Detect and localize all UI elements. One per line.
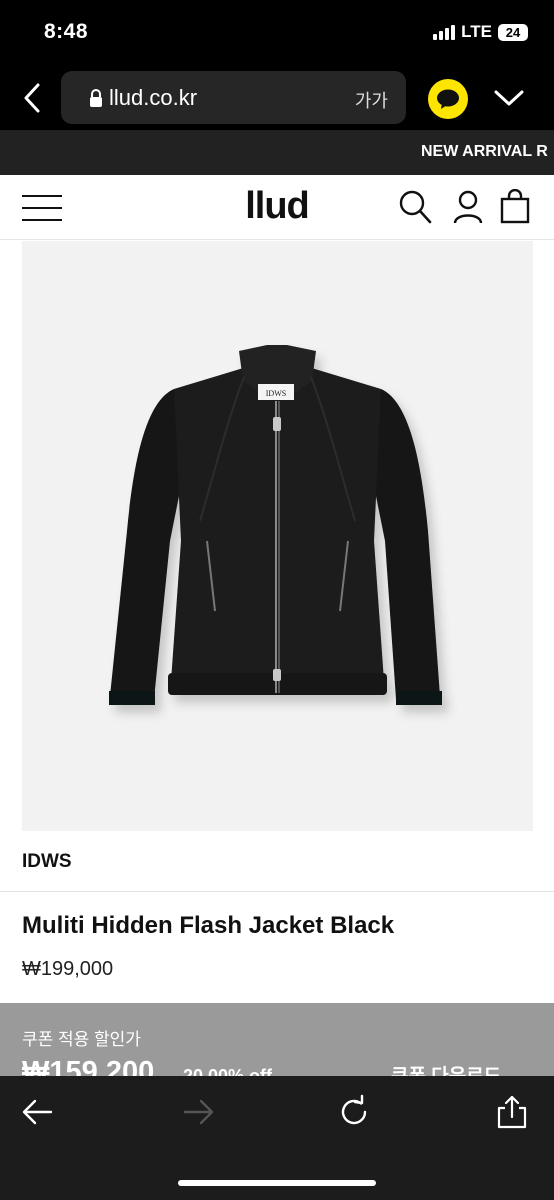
product-price: ₩199,000: [22, 958, 114, 980]
browser-address-bar: llud.co.kr 가가: [0, 66, 554, 130]
site-header: llud: [0, 175, 554, 240]
kakao-talk-icon: [437, 89, 459, 109]
search-icon: [399, 190, 432, 224]
status-bar: 8:48 LTE 24: [0, 0, 554, 66]
banner-text: NEW ARRIVAL R: [421, 143, 548, 160]
jacket-image: IDWS: [109, 345, 442, 705]
arrow-right-icon: [183, 1099, 214, 1125]
reload-button[interactable]: [336, 1094, 372, 1130]
product-title: Muliti Hidden Flash Jacket Black: [22, 912, 395, 939]
lock-icon: [90, 89, 102, 107]
browser-toolbar: [0, 1076, 554, 1200]
shopping-bag-icon: [500, 188, 530, 224]
jacket-tag-text: IDWS: [266, 389, 286, 398]
url-field[interactable]: llud.co.kr 가가: [61, 71, 406, 124]
kakao-talk-button[interactable]: [428, 79, 468, 119]
coupon-label: 쿠폰 적용 할인가: [22, 1030, 141, 1049]
status-indicators: LTE 24: [433, 22, 528, 42]
account-button[interactable]: [450, 189, 486, 225]
signal-strength-icon: [433, 24, 456, 40]
browser-back-button[interactable]: [18, 80, 50, 116]
arrow-left-icon: [22, 1099, 53, 1125]
chevron-down-icon: [494, 90, 524, 106]
network-type: LTE: [461, 22, 492, 41]
home-indicator[interactable]: [178, 1180, 376, 1186]
share-icon: [497, 1095, 527, 1129]
announcement-banner[interactable]: NEW ARRIVAL R: [0, 130, 554, 175]
text-size-button[interactable]: 가가: [355, 87, 388, 113]
battery-level: 24: [498, 23, 528, 41]
nav-back-button[interactable]: [20, 1094, 56, 1130]
search-button[interactable]: [397, 189, 433, 225]
status-time: 8:48: [44, 20, 89, 43]
reload-icon: [341, 1094, 367, 1125]
brand-name: IDWS: [22, 851, 72, 872]
cart-button[interactable]: [499, 188, 535, 225]
user-icon: [453, 190, 483, 224]
url-text: llud.co.kr: [109, 85, 198, 110]
nav-forward-button[interactable]: [180, 1094, 216, 1130]
browser-expand-button[interactable]: [490, 84, 528, 112]
share-button[interactable]: [494, 1094, 530, 1130]
brand-row[interactable]: IDWS: [0, 831, 554, 892]
chevron-left-icon: [24, 83, 40, 113]
product-image[interactable]: IDWS: [22, 241, 533, 831]
coupon-box: 쿠폰 적용 할인가 ₩159,200 20.00% off 쿠폰 다운로드: [0, 1003, 554, 1083]
